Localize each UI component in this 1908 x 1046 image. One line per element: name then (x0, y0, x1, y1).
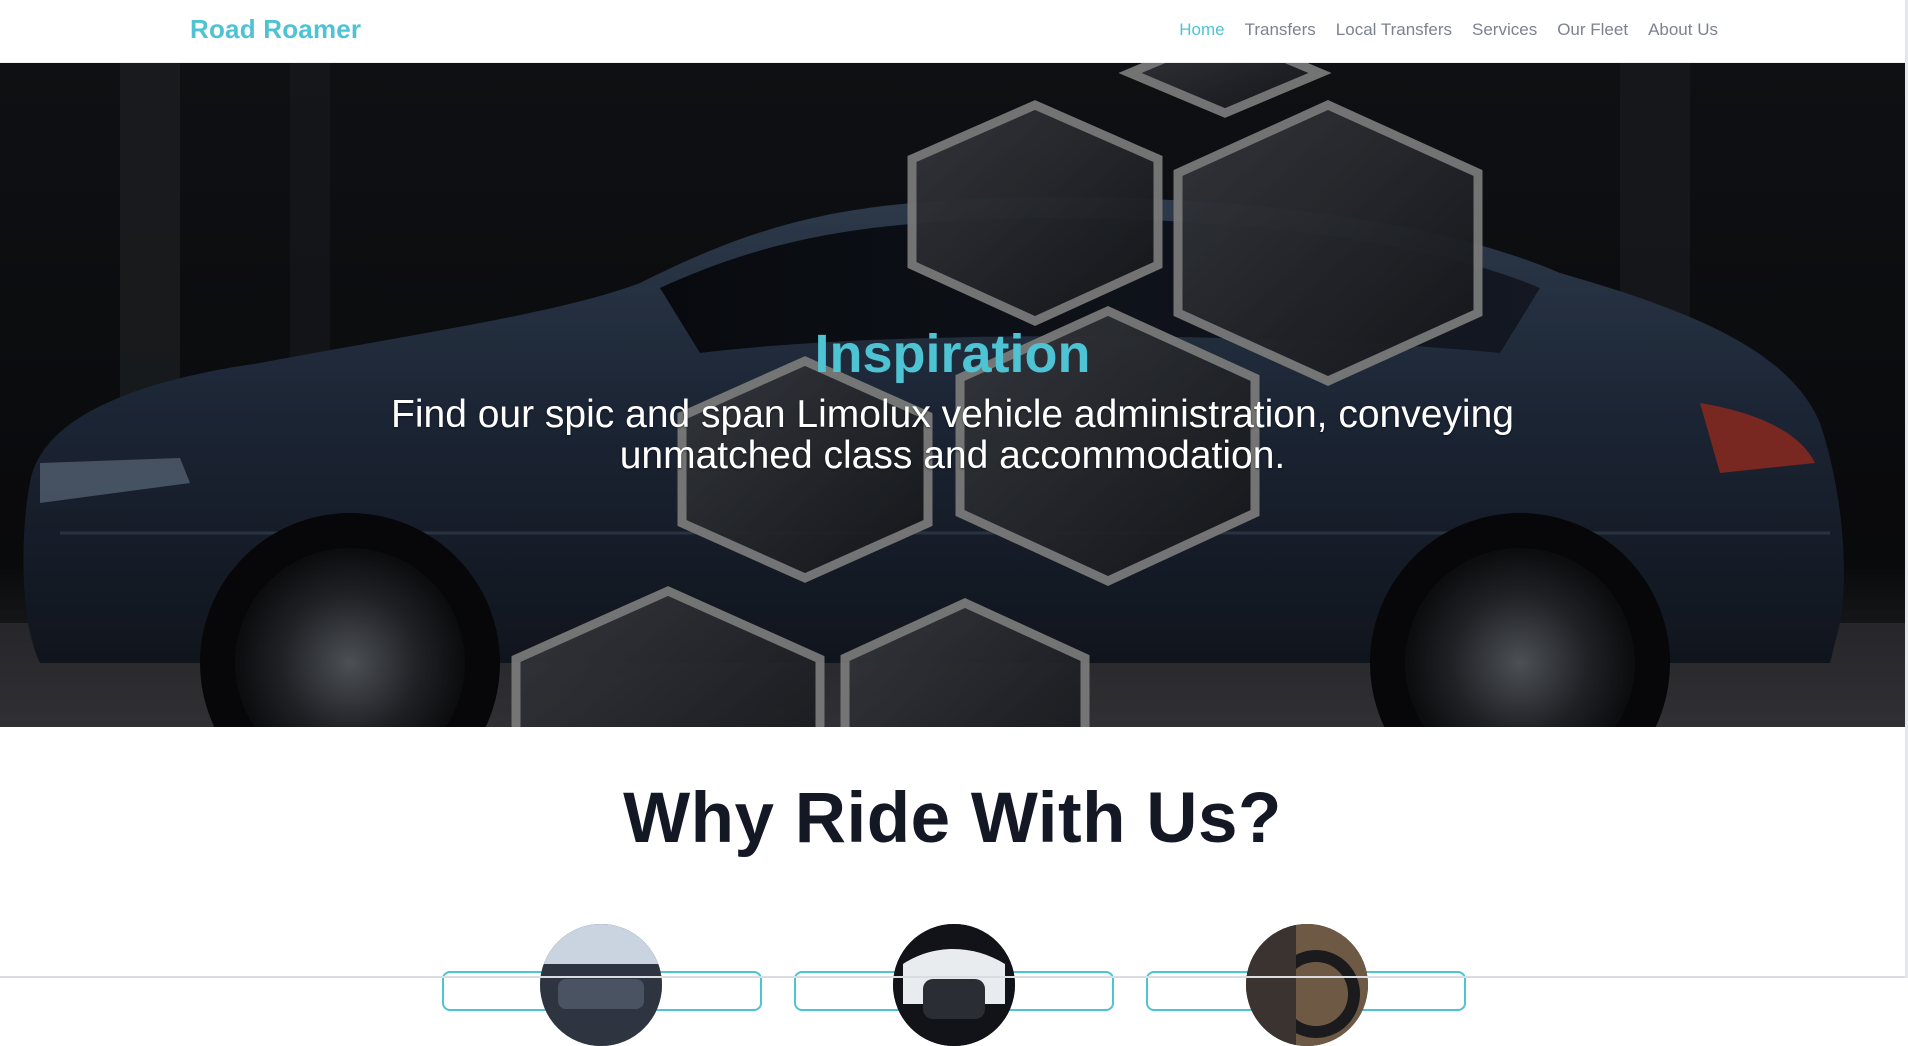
main-nav: Home Transfers Local Transfers Services … (1179, 20, 1718, 40)
nav-item-home[interactable]: Home (1179, 20, 1224, 40)
nav-item-our-fleet[interactable]: Our Fleet (1557, 20, 1628, 40)
feature-image-3 (1246, 924, 1368, 1046)
hero-subtitle: Find our spic and span Limolux vehicle a… (391, 393, 1514, 478)
hero-text-block: Inspiration Find our spic and span Limol… (0, 324, 1905, 478)
hero-banner: Inspiration Find our spic and span Limol… (0, 63, 1905, 727)
section-title: Why Ride With Us? (623, 779, 1282, 858)
brand-logo[interactable]: Road Roamer (190, 14, 361, 45)
nav-item-about-us[interactable]: About Us (1648, 20, 1718, 40)
feature-image-1 (540, 924, 662, 1046)
hero-title: Inspiration (814, 324, 1091, 384)
nav-item-local-transfers[interactable]: Local Transfers (1336, 20, 1452, 40)
nav-item-transfers[interactable]: Transfers (1245, 20, 1316, 40)
nav-item-services[interactable]: Services (1472, 20, 1537, 40)
top-navbar: Road Roamer Home Transfers Local Transfe… (0, 0, 1908, 63)
feature-image-2 (893, 924, 1015, 1046)
